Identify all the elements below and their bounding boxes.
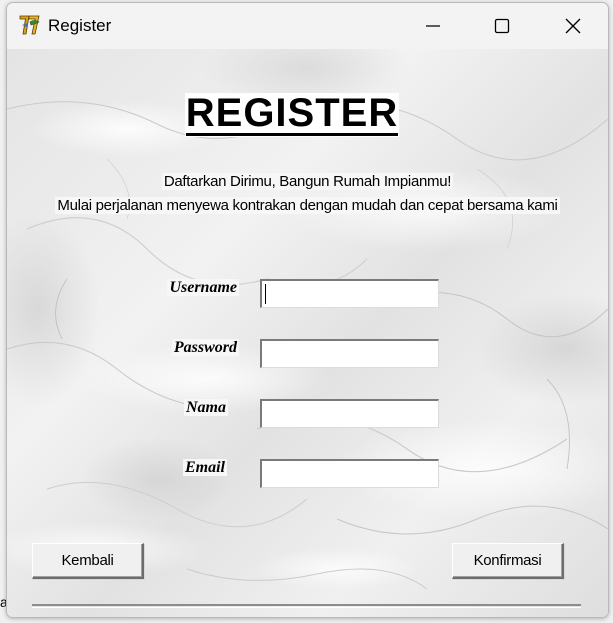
minimize-icon (426, 25, 440, 27)
email-field[interactable] (260, 459, 439, 488)
page-title: REGISTER (185, 93, 399, 137)
subtitle-line-2: Mulai perjalanan menyewa kontrakan denga… (7, 197, 608, 214)
name-field[interactable] (260, 399, 439, 428)
maximize-icon (494, 18, 510, 34)
password-label: Password (139, 339, 239, 357)
confirm-button[interactable]: Konfirmasi (452, 543, 564, 579)
close-icon (565, 18, 581, 34)
subtitle-line-2-text: Mulai perjalanan menyewa kontrakan denga… (55, 197, 560, 214)
text-caret (265, 284, 266, 304)
page-title-text: REGISTER (185, 91, 399, 136)
divider (32, 604, 581, 608)
maximize-button[interactable] (479, 3, 525, 49)
email-label-text: Email (182, 459, 227, 476)
marble-background: REGISTER Daftarkan Dirimu, Bangun Rumah … (7, 49, 608, 617)
username-label: Username (139, 279, 239, 297)
subtitle-line-1: Daftarkan Dirimu, Bangun Rumah Impianmu! (7, 173, 608, 190)
username-label-text: Username (167, 279, 239, 296)
back-button[interactable]: Kembali (32, 543, 144, 579)
name-label-text: Nama (184, 399, 228, 416)
username-field[interactable] (260, 279, 439, 308)
register-window: Register REGISTER Daftarkan Dirimu, Bang… (6, 2, 609, 618)
app-icon (19, 15, 40, 35)
password-label-text: Password (171, 339, 239, 356)
minimize-button[interactable] (410, 3, 456, 49)
password-field[interactable] (260, 339, 439, 368)
subtitle-line-1-text: Daftarkan Dirimu, Bangun Rumah Impianmu! (161, 173, 454, 190)
title-bar[interactable]: Register (7, 3, 608, 49)
close-button[interactable] (550, 3, 596, 49)
window-title: Register (48, 16, 112, 35)
email-label: Email (127, 459, 227, 477)
name-label: Nama (128, 399, 228, 417)
